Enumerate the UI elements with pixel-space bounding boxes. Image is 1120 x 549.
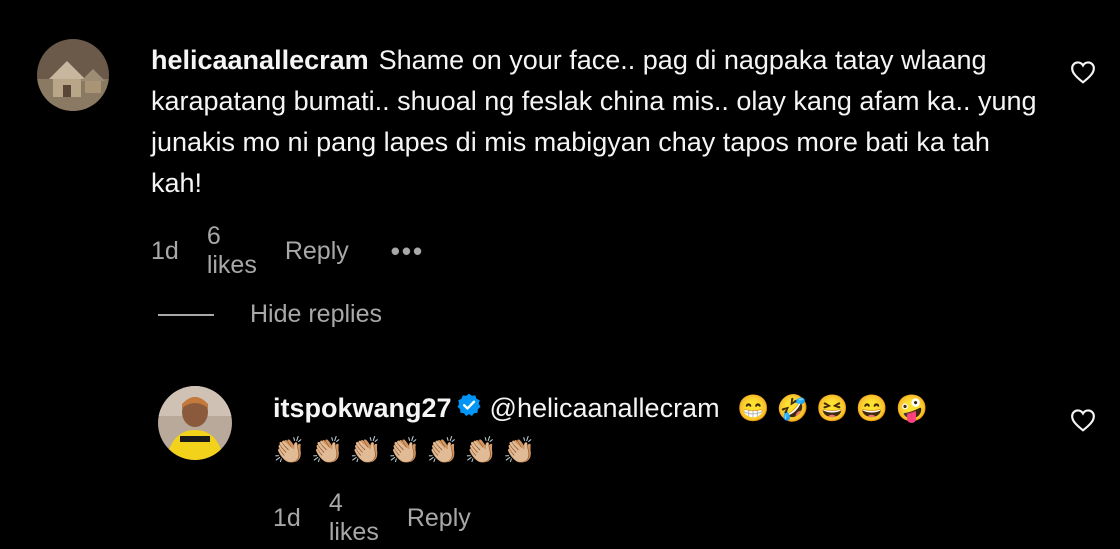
hide-replies-button[interactable]: Hide replies — [158, 300, 382, 329]
reply-avatar-image — [158, 386, 232, 460]
reply-time[interactable]: 1d — [273, 504, 301, 533]
avatar[interactable] — [37, 39, 109, 111]
comment-meta: 1d 6 likes Reply ••• — [151, 222, 452, 280]
comment-reply-button[interactable]: Reply — [285, 237, 349, 266]
reply-mention[interactable]: @helicaanallecram — [490, 393, 720, 423]
avatar-image — [37, 39, 109, 111]
comment-likes[interactable]: 6 likes — [207, 222, 257, 280]
divider-line — [158, 313, 214, 316]
reply-reply-button[interactable]: Reply — [407, 504, 471, 533]
comment-time[interactable]: 1d — [151, 237, 179, 266]
reply-avatar[interactable] — [158, 386, 232, 460]
reply-like-heart-icon[interactable] — [1070, 408, 1096, 437]
reply-likes[interactable]: 4 likes — [329, 489, 379, 547]
reply-body: itspokwang27 @helicaanallecram 😁 🤣 😆 😄 🤪… — [273, 388, 1033, 471]
reply-username[interactable]: itspokwang27 — [273, 393, 452, 423]
verified-badge-icon — [456, 389, 482, 430]
comment-username[interactable]: helicaanallecram — [151, 45, 369, 75]
more-options-button[interactable]: ••• — [391, 236, 424, 267]
comment-body: helicaanallecram Shame on your face.. pag… — [151, 40, 1041, 204]
hide-replies-label: Hide replies — [250, 300, 383, 328]
reply-emojis-line2: 👏🏼👏🏼👏🏼👏🏼👏🏼👏🏼👏🏼 — [273, 435, 542, 466]
like-heart-icon[interactable] — [1070, 60, 1096, 89]
reply-emojis-line1: 😁 🤣 😆 😄 🤪 — [737, 393, 928, 423]
reply-meta: 1d 4 likes Reply — [273, 489, 499, 547]
